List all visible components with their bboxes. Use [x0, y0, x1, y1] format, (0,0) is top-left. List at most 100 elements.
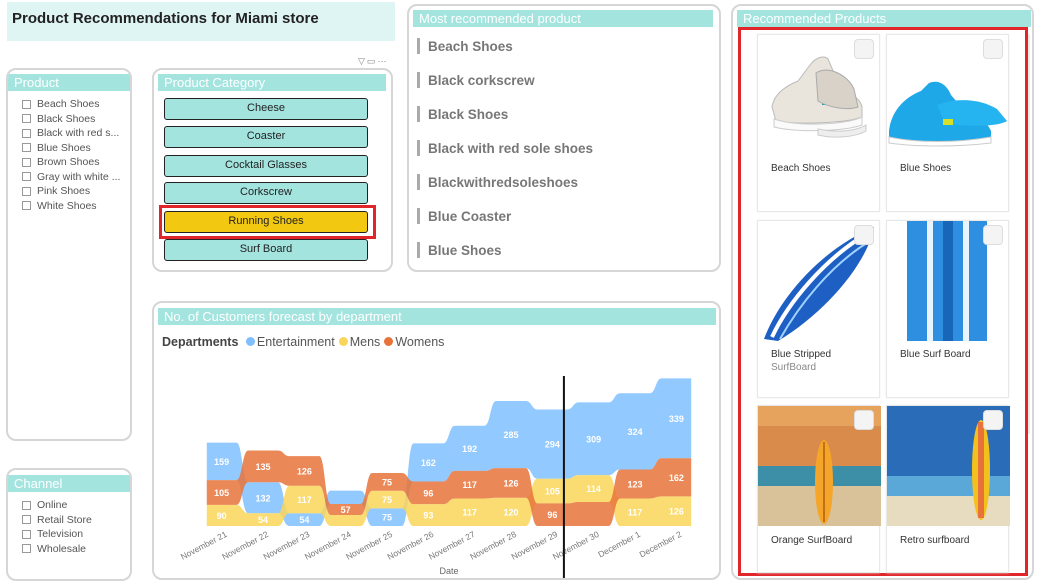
product-slicer-item-label: Black Shoes [37, 112, 96, 125]
checkbox[interactable] [22, 128, 31, 138]
product-slicer-item[interactable]: Brown Shoes [22, 155, 130, 170]
data-label-womens: 123 [627, 479, 642, 489]
filter-icon[interactable]: ▽ [358, 56, 367, 66]
product-slicer-item[interactable]: Black Shoes [22, 112, 130, 127]
category-button-corkscrew[interactable]: Corkscrew [164, 182, 368, 204]
product-card-retro-surfboard[interactable]: Retro surfboard [886, 405, 1010, 573]
page-title: Product Recommendations for Miami store [12, 10, 319, 27]
data-label-womens: 105 [214, 488, 229, 498]
x-axis-title: Date [439, 566, 458, 576]
channel-slicer-item[interactable]: Online [22, 498, 130, 513]
most-recommended-item[interactable]: Blue Coaster [417, 199, 719, 233]
data-label-mens: 117 [628, 508, 643, 518]
checkbox[interactable] [22, 172, 31, 182]
most-recommended-item[interactable]: Blackwithredsoleshoes [417, 165, 719, 199]
selected-category-highlight [159, 205, 376, 239]
data-label-mens: 93 [423, 511, 433, 521]
card-label: Beach Shoes [771, 163, 831, 174]
most-recommended-panel: Most recommended product Beach Shoes Blac… [407, 4, 721, 272]
x-tick-label: November 30 [551, 529, 601, 562]
focus-mode-icon[interactable]: ▭ [367, 56, 378, 66]
data-label-mens: 105 [545, 487, 560, 497]
data-label-mens: 117 [462, 508, 477, 518]
shoe-icon [983, 39, 1003, 59]
product-slicer-item[interactable]: Gray with white ... [22, 170, 130, 185]
product-card-blue-shoes[interactable]: Blue Shoes [886, 34, 1009, 212]
checkbox[interactable] [22, 544, 31, 554]
page-title-box: Product Recommendations for Miami store [7, 2, 395, 41]
data-label-mens: 54 [258, 515, 268, 525]
product-slicer-item-label: Brown Shoes [37, 156, 100, 169]
item-marker [417, 140, 420, 156]
product-slicer-item[interactable]: White Shoes [22, 199, 130, 214]
channel-slicer-item[interactable]: Wholesale [22, 542, 130, 557]
checkbox[interactable] [22, 500, 31, 510]
most-recommended-item[interactable]: Blue Shoes [417, 233, 719, 267]
surfboard-icon [983, 225, 1003, 245]
product-slicer-item-label: Black with red s... [37, 127, 120, 140]
data-label-entertainment: 159 [214, 457, 229, 467]
most-recommended-item[interactable]: Black Shoes [417, 97, 719, 131]
checkbox[interactable] [22, 99, 31, 109]
data-label-womens: 96 [547, 510, 557, 520]
card-label: Blue Shoes [900, 163, 952, 174]
forecast-chart-panel: No. of Customers forecast by department … [152, 301, 721, 580]
category-button-cocktail-glasses[interactable]: Cocktail Glasses [164, 155, 368, 177]
most-recommended-item-label: Black corkscrew [428, 72, 535, 88]
data-label-entertainment: 285 [503, 430, 518, 440]
product-card-orange-surfboard[interactable]: Orange SurfBoard [757, 405, 881, 573]
data-label-womens: 57 [341, 505, 351, 515]
visual-header-icons: ▽▭⋯ [358, 56, 388, 67]
item-marker [417, 174, 420, 190]
product-card-blue-stripped-surfboard[interactable]: Blue Stripped SurfBoard [757, 220, 880, 398]
channel-slicer-item-label: Wholesale [37, 542, 87, 555]
checkbox[interactable] [22, 157, 31, 167]
checkbox[interactable] [22, 114, 31, 124]
data-label-womens: 75 [382, 477, 392, 487]
product-slicer-item[interactable]: Black with red s... [22, 126, 130, 141]
item-marker [417, 72, 420, 88]
category-button-surf-board[interactable]: Surf Board [164, 239, 368, 261]
data-label-mens: 120 [503, 507, 518, 517]
channel-slicer-item[interactable]: Television [22, 527, 130, 542]
channel-slicer-item[interactable]: Retail Store [22, 513, 130, 528]
most-recommended-item-label: Blue Coaster [428, 208, 512, 224]
product-card-blue-surf-board[interactable]: Blue Surf Board [886, 220, 1009, 398]
data-label-entertainment: 75 [382, 513, 392, 523]
most-recommended-item-label: Blackwithredsoleshoes [428, 174, 579, 190]
checkbox[interactable] [22, 515, 31, 525]
product-card-beach-shoes[interactable]: Beach Shoes [757, 34, 880, 212]
data-label-entertainment: 192 [462, 444, 477, 454]
product-slicer: Product Beach Shoes Black Shoes Black with… [6, 68, 132, 441]
most-recommended-item-label: Blue Shoes [428, 242, 502, 258]
product-slicer-item[interactable]: Beach Shoes [22, 97, 130, 112]
most-recommended-item[interactable]: Black with red sole shoes [417, 131, 719, 165]
category-slicer-header: Product Category [158, 74, 386, 91]
checkbox[interactable] [22, 186, 31, 196]
image-icon [983, 410, 1003, 430]
data-label-womens: 162 [669, 473, 684, 483]
data-label-mens: 117 [297, 495, 312, 505]
category-button-cheese[interactable]: Cheese [164, 98, 368, 120]
category-slicer: Product Category Cheese Coaster Cocktail G… [152, 68, 393, 272]
item-marker [417, 38, 420, 54]
checkbox[interactable] [22, 201, 31, 211]
more-options-icon[interactable]: ⋯ [377, 56, 388, 66]
channel-slicer-item-label: Television [37, 528, 84, 541]
item-marker [417, 242, 420, 258]
data-label-mens: 90 [217, 511, 227, 521]
most-recommended-item[interactable]: Beach Shoes [417, 29, 719, 63]
checkbox[interactable] [22, 529, 31, 539]
product-slicer-item[interactable]: Pink Shoes [22, 184, 130, 199]
data-label-entertainment: 339 [669, 414, 684, 424]
most-recommended-list: Beach Shoes Black corkscrew Black Shoes Bla… [409, 27, 719, 267]
category-button-coaster[interactable]: Coaster [164, 126, 368, 148]
checkbox[interactable] [22, 143, 31, 153]
shoe-icon [854, 39, 874, 59]
product-slicer-item[interactable]: Blue Shoes [22, 141, 130, 156]
card-label: Orange SurfBoard [771, 535, 853, 546]
data-label-entertainment: 294 [545, 440, 560, 450]
data-label-entertainment: 309 [586, 434, 601, 444]
most-recommended-item[interactable]: Black corkscrew [417, 63, 719, 97]
data-label-mens: 126 [669, 507, 684, 517]
